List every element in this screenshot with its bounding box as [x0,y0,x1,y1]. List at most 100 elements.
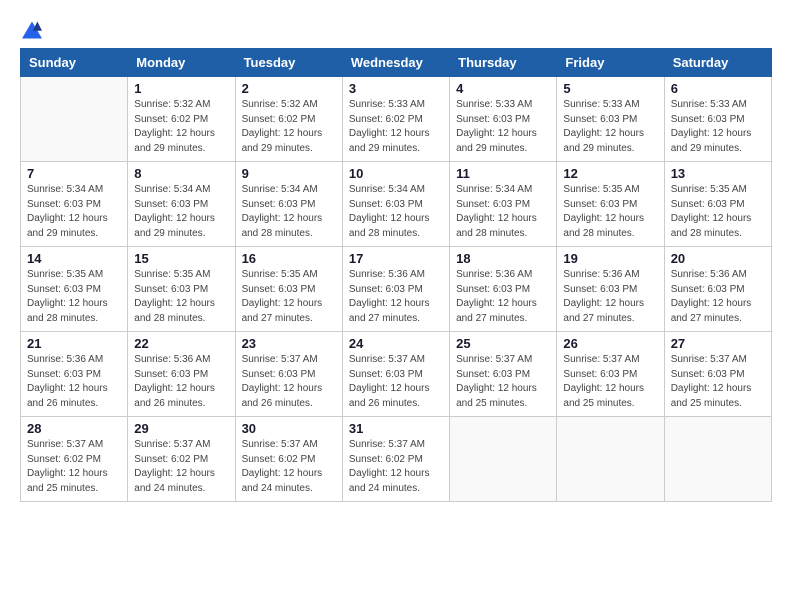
day-info: Sunrise: 5:37 AM Sunset: 6:03 PM Dayligh… [563,353,657,411]
day-number: 25 [456,336,550,351]
day-info: Sunrise: 5:33 AM Sunset: 6:03 PM Dayligh… [563,98,657,156]
calendar-cell: 6Sunrise: 5:33 AM Sunset: 6:03 PM Daylig… [664,77,771,162]
day-number: 10 [349,166,443,181]
calendar-cell: 17Sunrise: 5:36 AM Sunset: 6:03 PM Dayli… [342,247,449,332]
day-number: 9 [242,166,336,181]
calendar-cell [664,417,771,502]
page-header [20,20,772,40]
day-info: Sunrise: 5:36 AM Sunset: 6:03 PM Dayligh… [456,268,550,326]
day-number: 13 [671,166,765,181]
day-number: 12 [563,166,657,181]
day-number: 31 [349,421,443,436]
calendar-cell: 18 Sunrise: 5:36 AM Sunset: 6:03 PM Dayli… [450,247,557,332]
day-number: 29 [134,421,228,436]
calendar-cell: 13 Sunrise: 5:35 AM Sunset: 6:03 PM Dayli… [664,162,771,247]
day-number: 22 [134,336,228,351]
day-number: 18 [456,251,550,266]
day-number: 8 [134,166,228,181]
calendar-cell: 7 Sunrise: 5:34 AM Sunset: 6:03 PM Daylig… [21,162,128,247]
day-info: Sunrise: 5:35 AM Sunset: 6:03 PM Dayligh… [134,268,228,326]
logo [20,20,48,40]
week-row-3: 14 Sunrise: 5:35 AM Sunset: 6:03 PM Dayli… [21,247,772,332]
week-row-4: 21 Sunrise: 5:36 AM Sunset: 6:03 PM Dayli… [21,332,772,417]
day-info: Sunrise: 5:37 AM Sunset: 6:03 PM Dayligh… [456,353,550,411]
day-number: 5 [563,81,657,96]
day-info: Sunrise: 5:37 AM Sunset: 6:03 PM Dayligh… [671,353,765,411]
day-number: 26 [563,336,657,351]
calendar-cell: 12 Sunrise: 5:35 AM Sunset: 6:03 PM Dayli… [557,162,664,247]
day-info: Sunrise: 5:36 AM Sunset: 6:03 PM Dayligh… [349,268,443,326]
day-info: Sunrise: 5:37 AM Sunset: 6:03 PM Dayligh… [242,353,336,411]
calendar-cell: 22 Sunrise: 5:36 AM Sunset: 6:03 PM Dayli… [128,332,235,417]
day-info: Sunrise: 5:37 AM Sunset: 6:03 PM Dayligh… [349,353,443,411]
day-info: Sunrise: 5:36 AM Sunset: 6:03 PM Dayligh… [134,353,228,411]
day-number: 20 [671,251,765,266]
calendar-cell: 11 Sunrise: 5:34 AM Sunset: 6:03 PM Dayli… [450,162,557,247]
calendar-cell: 4Sunrise: 5:33 AM Sunset: 6:03 PM Daylig… [450,77,557,162]
day-number: 1 [134,81,228,96]
calendar-cell: 27 Sunrise: 5:37 AM Sunset: 6:03 PM Dayli… [664,332,771,417]
calendar-cell: 14 Sunrise: 5:35 AM Sunset: 6:03 PM Dayli… [21,247,128,332]
calendar-cell: 28 Sunrise: 5:37 AM Sunset: 6:02 PM Dayli… [21,417,128,502]
day-number: 7 [27,166,121,181]
calendar-cell: 8 Sunrise: 5:34 AM Sunset: 6:03 PM Daylig… [128,162,235,247]
calendar-cell: 29 Sunrise: 5:37 AM Sunset: 6:02 PM Dayli… [128,417,235,502]
day-number: 23 [242,336,336,351]
day-info: Sunrise: 5:34 AM Sunset: 6:03 PM Dayligh… [349,183,443,241]
day-number: 24 [349,336,443,351]
calendar-cell: 3Sunrise: 5:33 AM Sunset: 6:02 PM Daylig… [342,77,449,162]
day-number: 4 [456,81,550,96]
calendar-cell: 20Sunrise: 5:36 AM Sunset: 6:03 PM Dayli… [664,247,771,332]
day-number: 30 [242,421,336,436]
calendar-cell: 2Sunrise: 5:32 AM Sunset: 6:02 PM Daylig… [235,77,342,162]
calendar-cell: 15 Sunrise: 5:35 AM Sunset: 6:03 PM Dayli… [128,247,235,332]
day-info: Sunrise: 5:37 AM Sunset: 6:02 PM Dayligh… [242,438,336,496]
day-info: Sunrise: 5:35 AM Sunset: 6:03 PM Dayligh… [27,268,121,326]
week-row-2: 7 Sunrise: 5:34 AM Sunset: 6:03 PM Daylig… [21,162,772,247]
day-number: 27 [671,336,765,351]
header-thursday: Thursday [450,49,557,77]
day-info: Sunrise: 5:35 AM Sunset: 6:03 PM Dayligh… [671,183,765,241]
day-info: Sunrise: 5:34 AM Sunset: 6:03 PM Dayligh… [27,183,121,241]
header-friday: Friday [557,49,664,77]
calendar-cell: 26 Sunrise: 5:37 AM Sunset: 6:03 PM Dayli… [557,332,664,417]
header-wednesday: Wednesday [342,49,449,77]
day-number: 19 [563,251,657,266]
week-row-1: 1 Sunrise: 5:32 AM Sunset: 6:02 PM Daylig… [21,77,772,162]
day-info: Sunrise: 5:33 AM Sunset: 6:03 PM Dayligh… [671,98,765,156]
calendar-cell: 21 Sunrise: 5:36 AM Sunset: 6:03 PM Dayli… [21,332,128,417]
day-info: Sunrise: 5:35 AM Sunset: 6:03 PM Dayligh… [563,183,657,241]
calendar-cell: 5 Sunrise: 5:33 AM Sunset: 6:03 PM Daylig… [557,77,664,162]
header-monday: Monday [128,49,235,77]
header-tuesday: Tuesday [235,49,342,77]
day-info: Sunrise: 5:34 AM Sunset: 6:03 PM Dayligh… [456,183,550,241]
day-number: 16 [242,251,336,266]
calendar-cell: 30 Sunrise: 5:37 AM Sunset: 6:02 PM Dayli… [235,417,342,502]
day-info: Sunrise: 5:34 AM Sunset: 6:03 PM Dayligh… [134,183,228,241]
calendar-cell: 25 Sunrise: 5:37 AM Sunset: 6:03 PM Dayli… [450,332,557,417]
day-info: Sunrise: 5:36 AM Sunset: 6:03 PM Dayligh… [27,353,121,411]
day-number: 2 [242,81,336,96]
header-saturday: Saturday [664,49,771,77]
day-info: Sunrise: 5:37 AM Sunset: 6:02 PM Dayligh… [27,438,121,496]
day-number: 14 [27,251,121,266]
day-number: 11 [456,166,550,181]
day-number: 21 [27,336,121,351]
day-info: Sunrise: 5:36 AM Sunset: 6:03 PM Dayligh… [563,268,657,326]
calendar-cell: 23 Sunrise: 5:37 AM Sunset: 6:03 PM Dayli… [235,332,342,417]
calendar-cell: 24 Sunrise: 5:37 AM Sunset: 6:03 PM Dayli… [342,332,449,417]
logo-icon [20,20,44,40]
day-info: Sunrise: 5:37 AM Sunset: 6:02 PM Dayligh… [134,438,228,496]
day-number: 28 [27,421,121,436]
week-row-5: 28 Sunrise: 5:37 AM Sunset: 6:02 PM Dayli… [21,417,772,502]
calendar-cell: 31Sunrise: 5:37 AM Sunset: 6:02 PM Dayli… [342,417,449,502]
calendar-cell: 1 Sunrise: 5:32 AM Sunset: 6:02 PM Daylig… [128,77,235,162]
calendar-cell: 10 Sunrise: 5:34 AM Sunset: 6:03 PM Dayli… [342,162,449,247]
day-number: 15 [134,251,228,266]
calendar-cell [557,417,664,502]
day-info: Sunrise: 5:35 AM Sunset: 6:03 PM Dayligh… [242,268,336,326]
calendar-cell: 19 Sunrise: 5:36 AM Sunset: 6:03 PM Dayli… [557,247,664,332]
day-number: 3 [349,81,443,96]
calendar-table: SundayMondayTuesdayWednesdayThursdayFrid… [20,48,772,502]
day-info: Sunrise: 5:32 AM Sunset: 6:02 PM Dayligh… [134,98,228,156]
